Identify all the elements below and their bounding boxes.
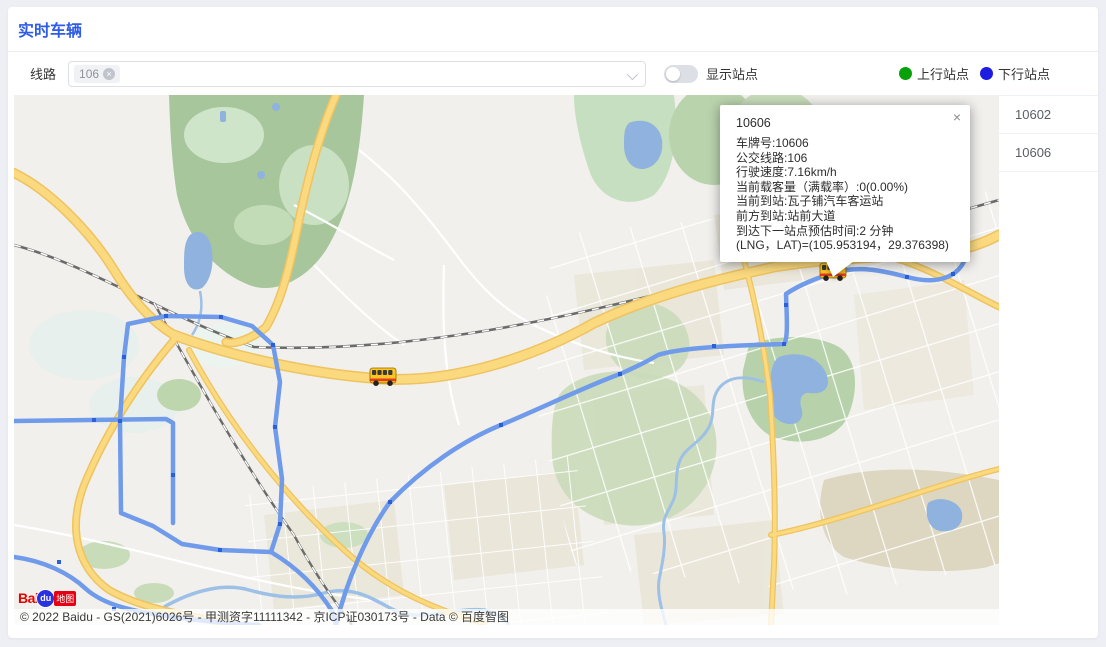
popup-plate-line: 车牌号:10606: [736, 136, 958, 151]
popup-coords-line: (LNG，LAT)=(105.953194，29.376398): [736, 238, 958, 253]
show-stations-label: 显示站点: [706, 64, 758, 83]
map-attribution: © 2022 Baidu - GS(2021)6026号 - 甲测资字11111…: [14, 609, 999, 625]
vehicle-list-item-10606[interactable]: 10606: [999, 134, 1098, 172]
popup-close-icon[interactable]: ×: [953, 110, 961, 124]
downbound-station-dot: [980, 67, 993, 80]
route-select-label: 线路: [30, 64, 56, 83]
popup-tail: [824, 261, 858, 278]
popup-next-station-line: 前方到站:站前大道: [736, 209, 958, 224]
show-stations-toggle[interactable]: [664, 65, 698, 83]
vehicle-info-popup: × 10606 车牌号:10606 公交线路:106 行驶速度:7.16km/h…: [720, 105, 970, 262]
popup-eta-line: 到达下一站点预估时间:2 分钟: [736, 224, 958, 239]
map-canvas[interactable]: × 10606 车牌号:10606 公交线路:106 行驶速度:7.16km/h…: [14, 95, 999, 625]
vehicle-list: 10602 10606: [999, 95, 1098, 626]
popup-title: 10606: [736, 116, 958, 130]
route-select[interactable]: 106 ×: [68, 61, 646, 87]
baidu-logo-maps-tag: 地图: [54, 591, 76, 606]
upbound-station-label: 上行站点: [917, 64, 969, 83]
route-tag-close-icon[interactable]: ×: [103, 68, 115, 80]
upbound-station-dot: [899, 67, 912, 80]
chevron-down-icon: [627, 68, 638, 79]
toggle-knob: [666, 67, 680, 81]
vehicle-list-item-10602[interactable]: 10602: [999, 96, 1098, 134]
page-title: 实时车辆: [18, 17, 82, 41]
station-legend: 上行站点 下行站点: [899, 64, 1050, 83]
card-header: 实时车辆: [8, 7, 1098, 52]
baidu-logo-paw-icon: du: [36, 589, 55, 608]
baidu-logo: Bai du 地图: [18, 588, 76, 608]
route-tag: 106 ×: [74, 65, 120, 83]
popup-speed-line: 行驶速度:7.16km/h: [736, 165, 958, 180]
popup-route-line: 公交线路:106: [736, 151, 958, 166]
downbound-station-label: 下行站点: [998, 64, 1050, 83]
popup-current-station-line: 当前到站:瓦子铺汽车客运站: [736, 194, 958, 209]
popup-load-line: 当前载客量（满载率）:0(0.00%): [736, 180, 958, 195]
route-tag-text: 106: [79, 67, 99, 81]
content-card: 实时车辆 线路 106 × 显示站点 上行站点 下行站点: [8, 7, 1098, 638]
bus-marker-west[interactable]: [370, 368, 396, 386]
filter-bar: 线路 106 × 显示站点 上行站点 下行站点: [8, 52, 1098, 95]
baidu-logo-bai: Bai: [18, 590, 38, 606]
